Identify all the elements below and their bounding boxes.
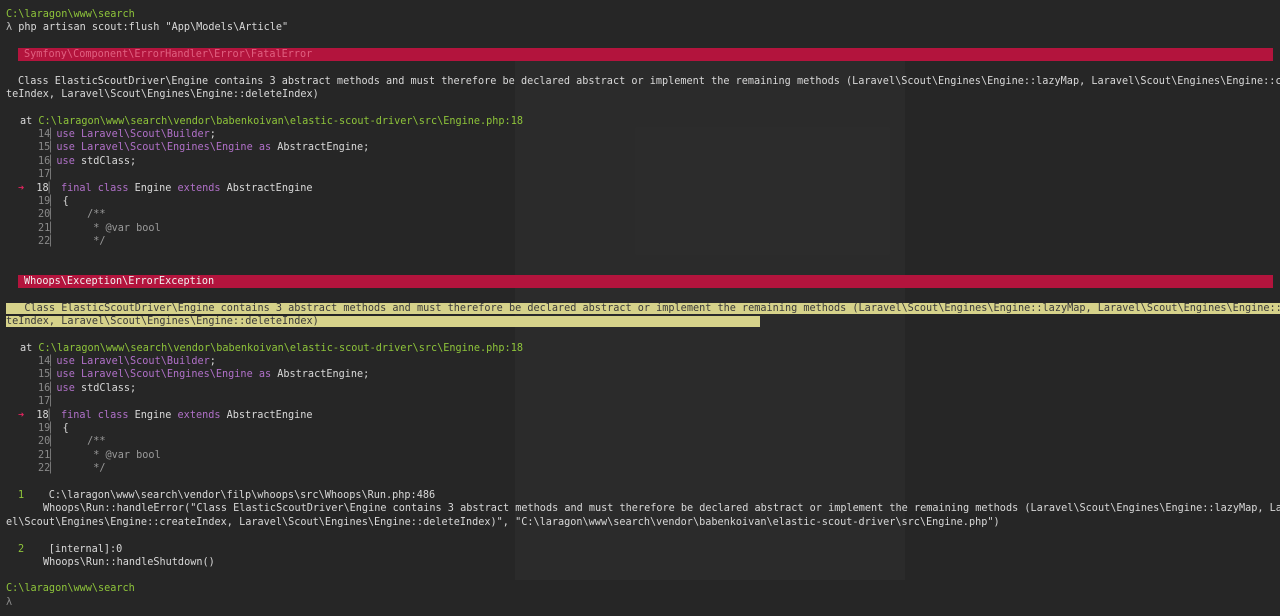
error-title-bar-2: Whoops\Exception\ErrorException [18,275,1273,288]
trace-call: Whoops\Run::handleError("Class ElasticSc… [43,503,1280,514]
code-line-current: ➜ 18▏ final class Engine extends Abstrac… [18,410,313,421]
error-message-2-cont: teIndex, Laravel\Scout\Engines\Engine::d… [6,315,761,329]
prompt-path: C:\laragon\www\search [6,9,135,20]
error-message-cont: teIndex, Laravel\Scout\Engines\Engine::d… [6,89,319,100]
code-line: 20▏ /** [38,436,106,447]
prompt-symbol-2[interactable]: λ [6,596,12,610]
error-file-path: C:\laragon\www\search\vendor\babenkoivan… [38,343,523,354]
error-message: Class ElasticScoutDriver\Engine contains… [18,76,1280,87]
at-label: at [20,116,33,127]
prompt-symbol: λ [6,22,13,33]
code-line: 19▏ { [38,423,69,434]
code-line: 20▏ /** [38,209,106,220]
code-line-current: ➜ 18▏ final class Engine extends Abstrac… [18,183,313,194]
code-line: 14▏use Laravel\Scout\Builder; [38,129,216,140]
command-line: λ php artisan scout:flush "App\Models\Ar… [6,21,288,35]
code-line: 15▏use Laravel\Scout\Engines\Engine as A… [38,369,370,380]
code-line: 22▏ */ [38,463,106,474]
error-location: at C:\laragon\www\search\vendor\babenkoi… [20,115,523,129]
trace-call: Whoops\Run::handleShutdown() [43,557,215,568]
error-file-path: C:\laragon\www\search\vendor\babenkoivan… [38,116,523,127]
error-title-bar: Symfony\Component\ErrorHandler\Error\Fat… [18,48,1273,61]
code-line: 21▏ * @var bool [38,450,161,461]
current-line-arrow-icon: ➜ [18,183,25,194]
prompt-path-2: C:\laragon\www\search [6,583,135,594]
trace-call-cont: el\Scout\Engines\Engine::createIndex, La… [6,517,1000,528]
code-line: 15▏use Laravel\Scout\Engines\Engine as A… [38,142,370,153]
at-label: at [20,343,33,354]
trace-entry: 2 [internal]:0 [18,544,123,555]
code-line: 16▏use stdClass; [38,156,137,167]
code-line: 16▏use stdClass; [38,383,137,394]
code-line: 19▏ { [38,196,69,207]
current-line-arrow-icon: ➜ [18,410,25,421]
code-line: 14▏use Laravel\Scout\Builder; [38,356,216,367]
trace-entry: 1 C:\laragon\www\search\vendor\filp\whoo… [18,490,436,501]
code-line: 22▏ */ [38,236,106,247]
code-line: 17▏ [38,169,57,180]
code-line: 21▏ * @var bool [38,223,161,234]
command-text: php artisan scout:flush "App\Models\Arti… [18,22,289,33]
error-message-2: Class ElasticScoutDriver\Engine contains… [6,302,1280,316]
code-line: 17▏ [38,396,57,407]
error-location-2: at C:\laragon\www\search\vendor\babenkoi… [20,342,523,356]
